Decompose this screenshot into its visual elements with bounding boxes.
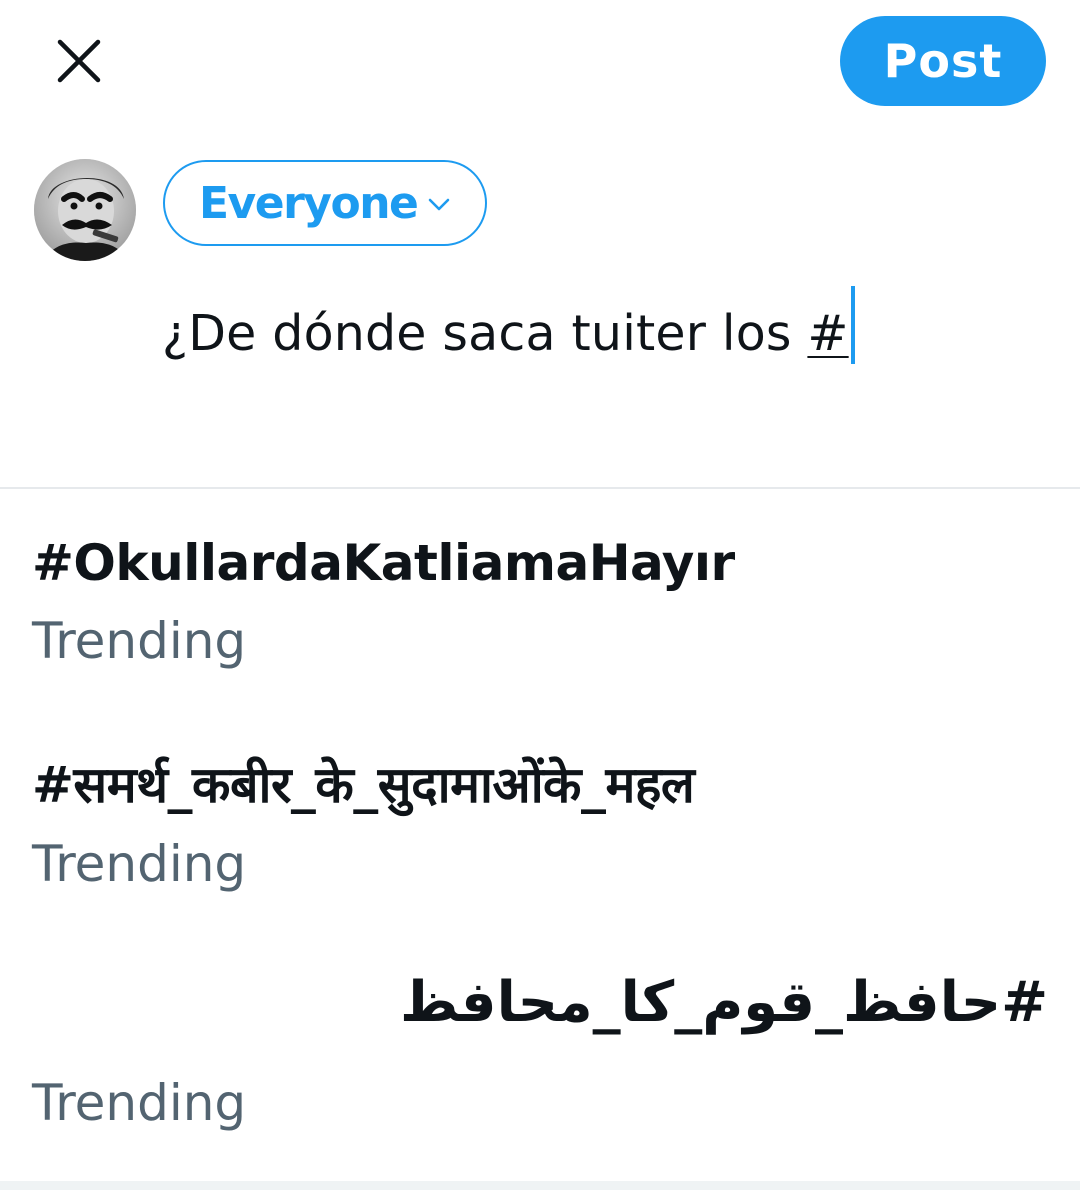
suggestion-hashtag: #حافظ_قوم_کا_محافظ	[399, 970, 1049, 1035]
bottom-toolbar-edge	[0, 1181, 1080, 1190]
close-button[interactable]	[50, 32, 108, 90]
post-text: ¿De dónde saca tuiter los	[162, 305, 808, 362]
audience-selector[interactable]: Everyone	[163, 160, 487, 246]
suggestion-hashtag: #समर्थ_कबीर_के_सुदामाओंके_महल	[32, 756, 695, 814]
audience-label: Everyone	[199, 177, 419, 229]
suggestion-subtitle: Trending	[32, 835, 247, 893]
user-avatar-image	[34, 159, 136, 261]
hashtag-suggestion[interactable]: #حافظ_قوم_کا_محافظ Trending	[0, 960, 1080, 1160]
hashtag-suggestion[interactable]: #OkullardaKatliamaHayır Trending	[0, 520, 1080, 690]
divider	[0, 487, 1080, 489]
suggestion-hashtag: #OkullardaKatliamaHayır	[32, 534, 735, 592]
avatar[interactable]	[34, 159, 136, 261]
post-button[interactable]: Post	[840, 16, 1046, 106]
text-cursor	[850, 286, 855, 364]
hashtag-draft: #	[807, 305, 849, 362]
suggestion-subtitle: Trending	[32, 612, 247, 670]
suggestion-subtitle: Trending	[32, 1074, 247, 1132]
close-icon	[57, 39, 101, 83]
hashtag-suggestion[interactable]: #समर्थ_कबीर_के_सुदामाओंके_महल Trending	[0, 735, 1080, 905]
chevron-down-icon	[427, 197, 451, 213]
post-text-input[interactable]: ¿De dónde saca tuiter los #	[162, 286, 855, 364]
